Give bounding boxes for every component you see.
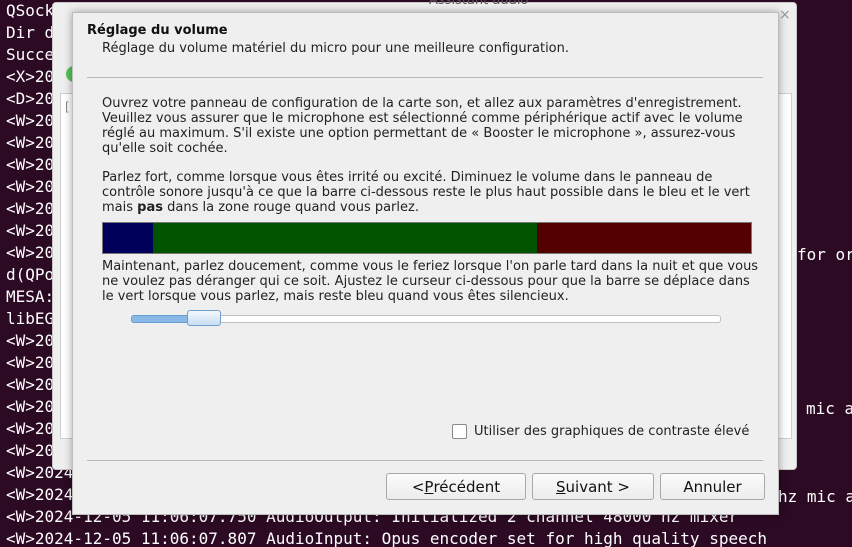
next-button-mnemonic: S — [556, 477, 566, 496]
slider-handle[interactable] — [187, 310, 221, 326]
terminal-line: <W>20 — [6, 331, 55, 350]
pane-text: [ — [65, 100, 70, 114]
terminal-line: <W>20 — [6, 199, 55, 218]
previous-button[interactable]: < Précédent — [386, 473, 526, 500]
previous-button-prefix: < — [411, 477, 425, 496]
instructions-soft: Maintenant, parlez doucement, comme vous… — [102, 259, 759, 304]
terminal-line: Succe — [6, 45, 55, 64]
page-subtitle: Réglage du volume matériel du micro pour… — [102, 41, 570, 56]
terminal-line: d(QPo — [6, 265, 55, 284]
window-title: Assistant audio — [429, 0, 529, 8]
terminal-line: <W>2024-12-05 11:06:07.807 AudioInput: O… — [6, 529, 767, 547]
previous-button-mnemonic: P — [424, 477, 434, 496]
instructions-loud-emphasis: pas — [137, 200, 163, 215]
silence-threshold-slider[interactable] — [131, 310, 721, 328]
terminal-line: <W>20 — [6, 221, 55, 240]
terminal-line: <D>20 — [6, 89, 55, 108]
instructions-hardware: Ouvrez votre panneau de configuration de… — [102, 96, 743, 156]
terminal-line: <W>2024 — [6, 485, 74, 504]
instructions-loud: Parlez fort, comme lorsque vous êtes irr… — [102, 170, 762, 215]
terminal-line: MESA: — [6, 287, 55, 306]
meter-green-zone — [153, 223, 537, 253]
wizard-dialog: Réglage du volume Réglage du volume maté… — [72, 12, 779, 515]
terminal-line: <W>20 — [6, 177, 55, 196]
previous-button-label: récédent — [433, 477, 501, 496]
volume-meter — [102, 222, 752, 254]
terminal-line: <W>20 — [6, 353, 55, 372]
terminal-line: Dir d — [6, 23, 55, 42]
next-button-label: uivant > — [565, 477, 630, 496]
terminal-line: <W>20 — [6, 133, 55, 152]
terminal-fragment: hz mic a — [778, 487, 852, 506]
terminal-line: libEG — [6, 309, 55, 328]
meter-blue-zone — [103, 223, 153, 253]
page-title: Réglage du volume — [87, 23, 228, 38]
high-contrast-label[interactable]: Utiliser des graphiques de contraste éle… — [474, 424, 749, 439]
high-contrast-checkbox[interactable] — [452, 423, 467, 439]
header-divider — [87, 77, 763, 78]
terminal-line: <X>20 — [6, 67, 55, 86]
terminal-line: <W>20 — [6, 111, 55, 130]
terminal-line: <W>20 — [6, 375, 55, 394]
footer-divider — [87, 460, 763, 461]
meter-red-zone — [537, 223, 751, 253]
slider-fill — [131, 315, 195, 323]
terminal-fragment: mic a — [806, 399, 852, 418]
high-contrast-option[interactable]: Utiliser des graphiques de contraste éle… — [452, 422, 749, 440]
terminal-line: <W>20 — [6, 155, 55, 174]
instructions-loud-text-end: dans la zone rouge quand vous parlez. — [162, 200, 419, 215]
terminal-line: <W>20 — [6, 419, 55, 438]
terminal-line: <W>20 — [6, 243, 55, 262]
close-icon[interactable]: × — [779, 7, 791, 23]
terminal-line: <W>20 — [6, 397, 55, 416]
terminal-fragment: for or — [797, 245, 852, 264]
terminal-line: QSock — [6, 1, 55, 20]
next-button[interactable]: Suivant > — [532, 473, 654, 500]
terminal-line: <W>20 — [6, 441, 55, 460]
cancel-button[interactable]: Annuler — [660, 473, 765, 500]
